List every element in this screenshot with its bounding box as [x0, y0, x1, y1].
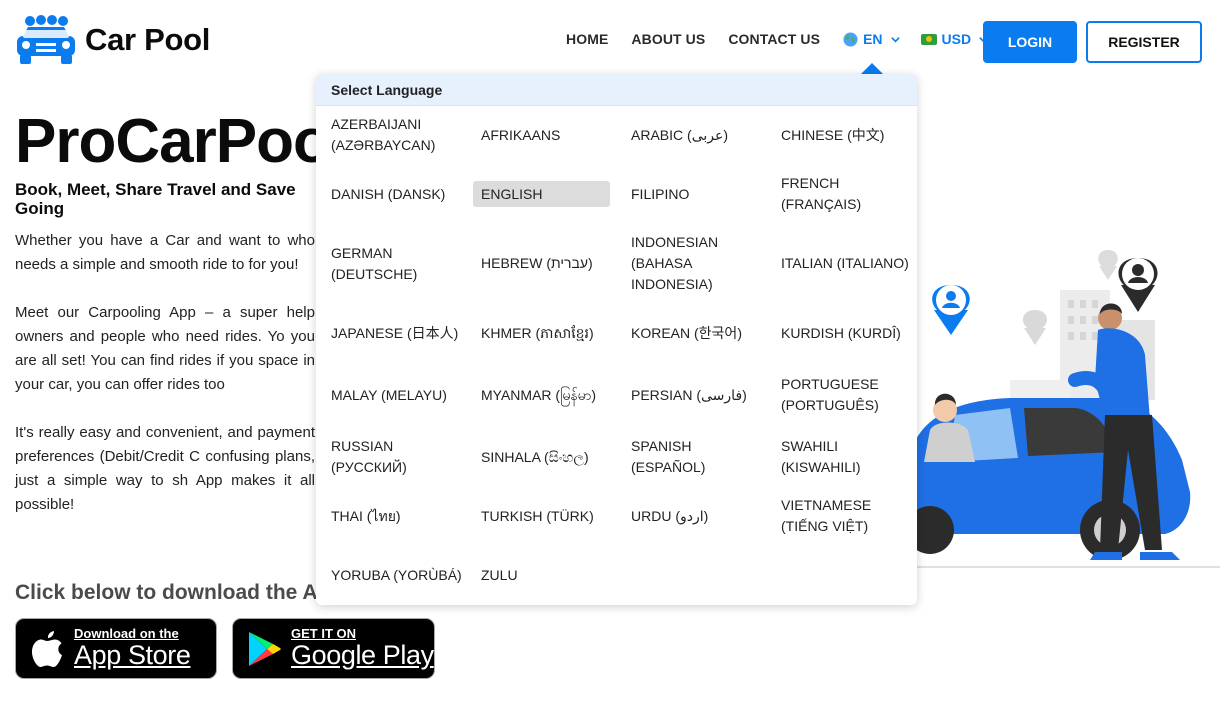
- language-option-korean[interactable]: KOREAN (한국어): [631, 312, 768, 354]
- hero-paragraph: Meet our Carpooling App – a super help o…: [15, 304, 315, 393]
- language-option-danish[interactable]: DANISH (DANSK): [331, 173, 468, 215]
- language-option-indonesian[interactable]: INDONESIAN (BAHASA INDONESIA): [631, 232, 768, 295]
- language-option-malay[interactable]: MALAY (MELAYU): [331, 374, 468, 416]
- language-option-turkish[interactable]: TURKISH (TÜRK): [481, 495, 618, 537]
- hero-title: ProCarPool: [15, 107, 347, 176]
- google-play-button[interactable]: GET IT ON Google Play: [232, 618, 435, 679]
- language-selector[interactable]: EN: [843, 31, 900, 47]
- language-option-filipino[interactable]: FILIPINO: [631, 173, 768, 215]
- language-option-spanish[interactable]: SPANISH (ESPAÑOL): [631, 436, 768, 478]
- dropdown-header: Select Language: [316, 74, 917, 106]
- carpool-illustration: [900, 250, 1220, 568]
- language-option-russian[interactable]: RUSSIAN (РУССКИЙ): [331, 436, 468, 478]
- app-store-small-text: Download on the: [74, 626, 179, 641]
- language-code: EN: [863, 31, 883, 47]
- language-option-zulu[interactable]: ZULU: [481, 554, 618, 596]
- language-option-italian[interactable]: ITALIAN (ITALIANO): [781, 232, 917, 295]
- hero-subtitle: Book, Meet, Share Travel and Save Going: [15, 180, 296, 218]
- language-option-portuguese[interactable]: PORTUGUESE (PORTUGUÊS): [781, 374, 917, 416]
- language-option-sinhala[interactable]: SINHALA (සිංහල): [481, 436, 618, 478]
- language-option-japanese[interactable]: JAPANESE (日本人): [331, 312, 468, 354]
- language-option-afrikaans[interactable]: AFRIKAANS: [481, 114, 618, 156]
- language-option-swahili[interactable]: SWAHILI (KISWAHILI): [781, 436, 917, 478]
- login-button[interactable]: LOGIN: [983, 21, 1077, 63]
- register-button[interactable]: REGISTER: [1086, 21, 1202, 63]
- language-option-thai[interactable]: THAI (ไทย): [331, 495, 468, 537]
- language-option-persian[interactable]: PERSIAN (فارسی): [631, 374, 768, 416]
- download-title: Click below to download the App: [15, 581, 344, 604]
- car-pool-logo-icon: [17, 15, 75, 64]
- site-header: Car Pool HOME ABOUT US CONTACT US EN USD…: [0, 0, 1225, 84]
- language-option-azerbaijani[interactable]: AZERBAIJANI (AZƏRBAYCAN): [331, 114, 468, 156]
- language-option-khmer[interactable]: KHMER (ភាសាខ្មែរ): [481, 312, 618, 354]
- language-option-chinese[interactable]: CHINESE (中文): [781, 114, 917, 156]
- language-option-kurdish[interactable]: KURDISH (KURDÎ): [781, 312, 917, 354]
- chevron-down-icon: [890, 36, 900, 43]
- language-option-french[interactable]: FRENCH (FRANÇAIS): [781, 173, 917, 215]
- hero-paragraph: It's really easy and convenient, and pay…: [15, 424, 315, 513]
- language-option-vietnamese[interactable]: VIETNAMESE (TIẾNG VIỆT): [781, 495, 917, 537]
- language-option-hebrew[interactable]: HEBREW (עברית): [481, 232, 618, 295]
- apple-icon: [32, 630, 62, 667]
- language-option-german[interactable]: GERMAN (DEUTSCHE): [331, 232, 468, 295]
- nav-contact-link[interactable]: CONTACT US: [728, 31, 820, 47]
- brand-name: Car Pool: [85, 22, 211, 57]
- google-play-small-text: GET IT ON: [291, 626, 356, 641]
- language-option-arabic[interactable]: ARABIC (عربى): [631, 114, 768, 156]
- language-option-myanmar[interactable]: MYANMAR (မြန်မာ): [481, 374, 618, 416]
- language-option-urdu[interactable]: URDU (اردو): [631, 495, 768, 537]
- nav-home-link[interactable]: HOME: [566, 31, 608, 47]
- brand-logo[interactable]: Car Pool: [15, 14, 210, 66]
- globe-icon: [843, 31, 858, 47]
- language-dropdown: Select Language AZERBAIJANI (AZƏRBAYCAN)…: [316, 74, 917, 605]
- google-play-big-text: Google Play: [291, 640, 434, 670]
- app-store-button[interactable]: Download on the App Store: [15, 618, 217, 679]
- nav-about-link[interactable]: ABOUT US: [631, 31, 705, 47]
- language-option-english[interactable]: ENGLISH: [473, 181, 610, 207]
- main-nav: HOME ABOUT US CONTACT US EN USD: [566, 31, 1009, 47]
- hero-paragraph: Whether you have a Car and want to who n…: [15, 232, 315, 273]
- currency-flag-icon: [920, 33, 937, 45]
- currency-selector[interactable]: USD: [920, 31, 990, 47]
- google-play-icon: [249, 631, 281, 666]
- app-store-big-text: App Store: [74, 640, 191, 670]
- currency-code: USD: [941, 31, 972, 47]
- hero-description: Whether you have a Car and want to who n…: [15, 229, 315, 541]
- language-option-yoruba[interactable]: YORUBA (YORÙBÁ): [331, 554, 468, 596]
